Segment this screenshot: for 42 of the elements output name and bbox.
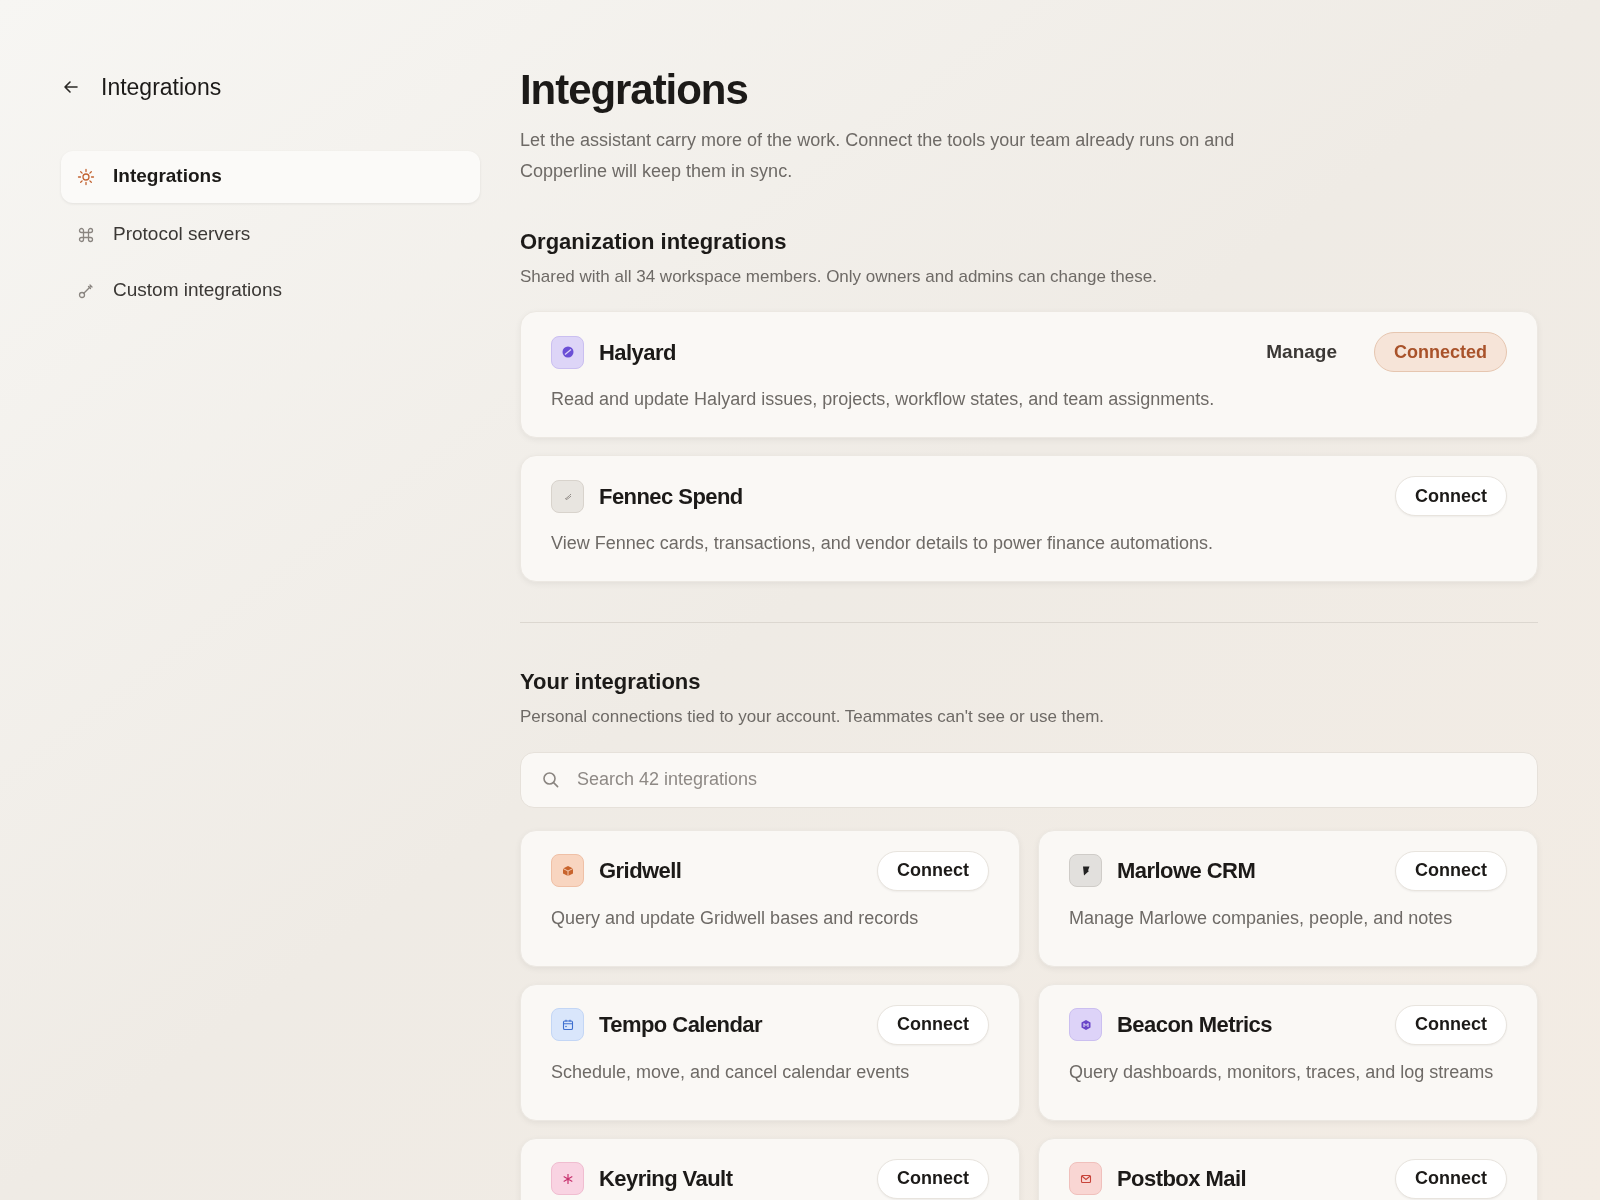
integration-description: View Fennec cards, transactions, and vendor details to power finance automations. [551, 532, 1215, 555]
flag-icon [1069, 854, 1102, 887]
integration-description: Query dashboards, monitors, traces, and log streams [1069, 1060, 1495, 1084]
integration-name: Keyring Vault [599, 1165, 733, 1193]
page-title: Integrations [520, 65, 748, 115]
command-icon [77, 225, 95, 244]
connect-button[interactable]: Connect [1395, 1004, 1507, 1045]
section-heading: Your integrations [520, 668, 701, 696]
integration-name: Fennec Spend [599, 482, 743, 511]
connect-button[interactable]: Connect [877, 1004, 989, 1045]
manage-link[interactable]: Manage [1266, 337, 1337, 367]
page-intro: Let the assistant carry more of the work. Connect the tools your team already runs on and Copperline will keep them in sync. [520, 128, 1236, 183]
cube-icon [551, 854, 584, 887]
search-icon [542, 770, 560, 789]
integration-name: Marlowe CRM [1117, 857, 1256, 885]
integration-description: Schedule, move, and cancel calendar events [551, 1060, 911, 1084]
section-heading: Organization integrations [520, 227, 787, 256]
sidebar-title: Integrations [101, 73, 222, 102]
connect-button[interactable]: Connect [1395, 1158, 1507, 1199]
integration-name: Tempo Calendar [599, 1011, 763, 1039]
sun-icon [77, 167, 95, 186]
integration-name: Halyard [599, 338, 676, 367]
calendar-icon [551, 1008, 584, 1041]
asterisk-icon [551, 1162, 584, 1195]
mail-icon [1069, 1162, 1102, 1195]
search-field[interactable]: Search 42 integrations [520, 751, 1538, 808]
integration-description: Read and update Halyard issues, projects, workflow states, and team assignments. [551, 388, 1216, 411]
section-subtitle: Personal connections tied to your account. Teammates can't see or use them. [520, 706, 1105, 728]
connect-button[interactable]: Connect [1395, 476, 1507, 516]
connect-button[interactable]: Connect [877, 1158, 989, 1199]
integration-name: Gridwell [599, 857, 682, 885]
sidebar-item[interactable]: Integrations [61, 150, 480, 203]
integration-name: Beacon Metrics [1117, 1011, 1272, 1039]
connect-button[interactable]: Connect [877, 850, 989, 891]
integration-name: Postbox Mail [1117, 1165, 1247, 1193]
integration-description: Query and update Gridwell bases and records [551, 906, 920, 930]
connect-button[interactable]: Connect [1395, 850, 1507, 891]
sidebar-item[interactable]: Custom integrations [61, 266, 480, 315]
connected-button[interactable]: Connected [1374, 332, 1507, 372]
section-subtitle: Shared with all 34 workspace members. Only owners and admins can change these. [520, 265, 1157, 288]
sidebar-item[interactable]: Protocol servers [61, 210, 480, 259]
integration-description: Manage Marlowe companies, people, and notes [1069, 906, 1454, 930]
